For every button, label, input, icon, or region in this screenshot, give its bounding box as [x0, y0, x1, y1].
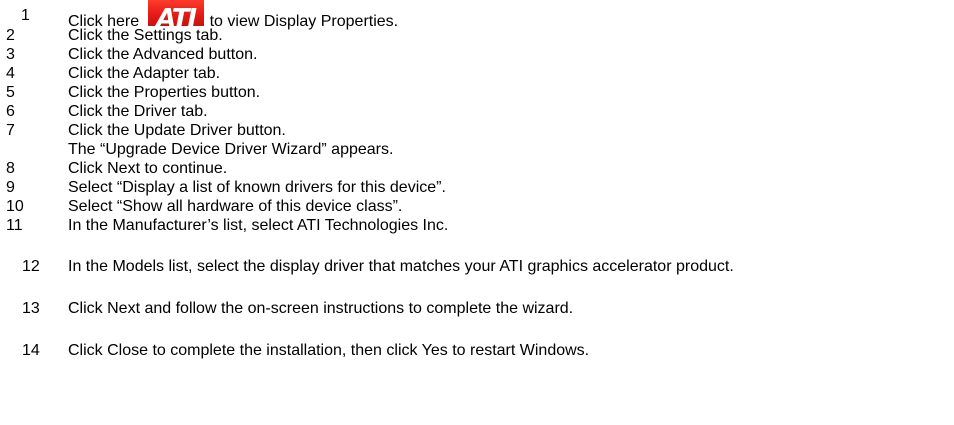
step-number: 9: [6, 179, 15, 196]
step-text: Select “Show all hardware of this device…: [68, 198, 403, 215]
step-number: 12: [22, 258, 40, 275]
step-text: Click the Update Driver button.: [68, 122, 286, 139]
step-note-text: The “Upgrade Device Driver Wizard” appea…: [68, 141, 394, 158]
step-text: Click the Properties button.: [68, 84, 261, 101]
step-number: 1: [21, 7, 30, 24]
step-number: 5: [6, 84, 15, 101]
step-number: 2: [6, 27, 15, 44]
step-number: 13: [22, 300, 40, 317]
step-number: 14: [22, 342, 40, 359]
step-number: 3: [6, 46, 15, 63]
ati-logo-icon: ATI: [156, 4, 197, 26]
step-number: 4: [6, 65, 15, 82]
step-number: 11: [6, 217, 23, 234]
step-text: Select “Display a list of known drivers …: [68, 179, 446, 196]
step-text: In the Manufacturer’s list, select ATI T…: [68, 217, 449, 234]
step-text: Click the Advanced button.: [68, 46, 258, 63]
step-number: 8: [6, 160, 15, 177]
step-number: 6: [6, 103, 15, 120]
step-text: Click Next to continue.: [68, 160, 228, 177]
step-text: Click Close to complete the installation…: [68, 342, 590, 359]
step-text: In the Models list, select the display d…: [68, 258, 734, 275]
step-number: 10: [6, 198, 24, 215]
step-text-after: to view Display Properties.: [209, 13, 399, 30]
step-text: Click the Adapter tab.: [68, 65, 221, 82]
step-text: Click Next and follow the on-screen inst…: [68, 300, 574, 317]
ati-logo-link[interactable]: ATI: [147, 0, 204, 26]
step-text: Click the Driver tab.: [68, 103, 208, 120]
step-text: Click the Settings tab.: [68, 27, 223, 44]
step-number: 7: [6, 122, 15, 139]
